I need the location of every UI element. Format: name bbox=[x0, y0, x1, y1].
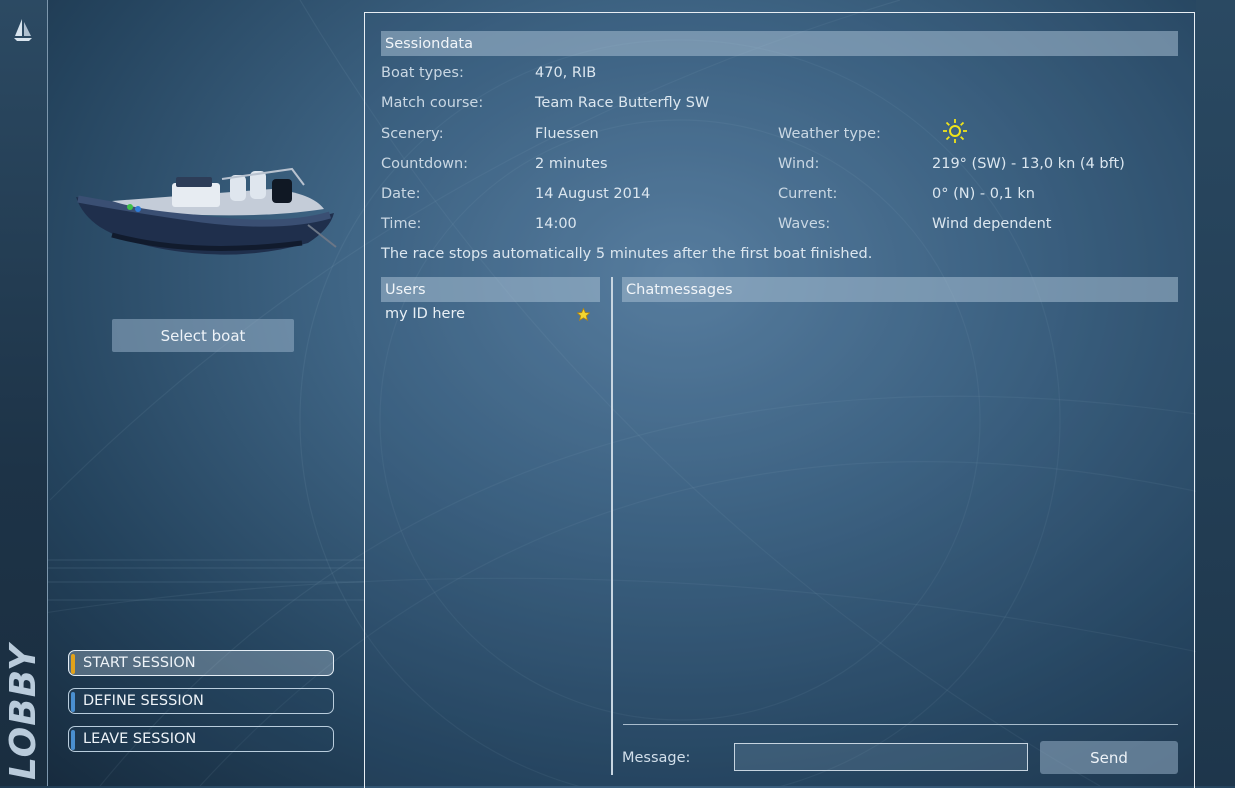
current-value: 0° (N) - 0,1 kn bbox=[932, 186, 1035, 202]
session-panel: Sessiondata Boat types: 470, RIB Match c… bbox=[364, 12, 1195, 788]
waves-value: Wind dependent bbox=[932, 216, 1052, 232]
define-session-button[interactable]: DEFINE SESSION bbox=[68, 688, 334, 714]
menu-accent-marker bbox=[71, 654, 75, 674]
users-header: Users bbox=[381, 277, 600, 302]
chat-divider bbox=[623, 724, 1178, 725]
message-input[interactable] bbox=[734, 743, 1028, 771]
race-note: The race stops automatically 5 minutes a… bbox=[381, 246, 873, 262]
boat-types-value: 470, RIB bbox=[535, 65, 597, 81]
select-boat-button[interactable]: Select boat bbox=[112, 319, 294, 352]
sailboat-icon[interactable] bbox=[13, 18, 33, 46]
user-list-item[interactable]: my ID here bbox=[385, 306, 465, 322]
boat-panel: Select boat START SESSION DEFINE SESSION… bbox=[48, 0, 364, 786]
date-label: Date: bbox=[381, 186, 421, 202]
menu-accent-marker bbox=[71, 730, 75, 750]
sidebar-strip: LOBBY bbox=[0, 0, 48, 786]
match-course-value: Team Race Butterfly SW bbox=[535, 95, 710, 111]
countdown-value: 2 minutes bbox=[535, 156, 608, 172]
leave-session-label: LEAVE SESSION bbox=[83, 731, 197, 747]
menu-accent-marker bbox=[71, 692, 75, 712]
time-value: 14:00 bbox=[535, 216, 577, 232]
rib-boat-image bbox=[76, 167, 337, 255]
date-value: 14 August 2014 bbox=[535, 186, 651, 202]
message-label: Message: bbox=[622, 750, 691, 766]
waves-label: Waves: bbox=[778, 216, 831, 232]
scenery-label: Scenery: bbox=[381, 126, 444, 142]
star-icon bbox=[576, 306, 591, 325]
scenery-value: Fluessen bbox=[535, 126, 599, 142]
start-session-button[interactable]: START SESSION bbox=[68, 650, 334, 676]
define-session-label: DEFINE SESSION bbox=[83, 693, 204, 709]
current-label: Current: bbox=[778, 186, 838, 202]
weather-type-label: Weather type: bbox=[778, 126, 881, 142]
time-label: Time: bbox=[381, 216, 422, 232]
right-edge-strip bbox=[1196, 0, 1235, 786]
wind-label: Wind: bbox=[778, 156, 820, 172]
panel-divider bbox=[611, 277, 613, 775]
send-button[interactable]: Send bbox=[1040, 741, 1178, 774]
sun-icon bbox=[942, 118, 968, 148]
match-course-label: Match course: bbox=[381, 95, 484, 111]
sessiondata-header: Sessiondata bbox=[381, 31, 1178, 56]
wind-value: 219° (SW) - 13,0 kn (4 bft) bbox=[932, 156, 1125, 172]
countdown-label: Countdown: bbox=[381, 156, 469, 172]
chatmessages-header: Chatmessages bbox=[622, 277, 1178, 302]
start-session-label: START SESSION bbox=[83, 655, 196, 671]
leave-session-button[interactable]: LEAVE SESSION bbox=[68, 726, 334, 752]
lobby-title: LOBBY bbox=[3, 643, 44, 780]
boat-types-label: Boat types: bbox=[381, 65, 464, 81]
